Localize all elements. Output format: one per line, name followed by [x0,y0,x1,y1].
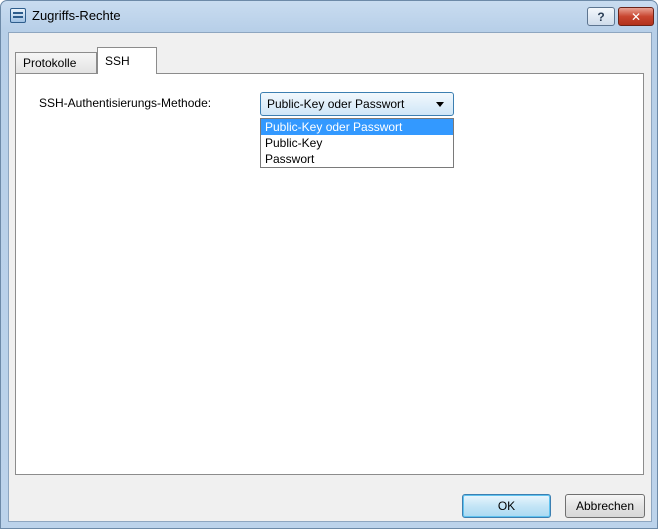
option-public-key-or-password[interactable]: Public-Key oder Passwort [261,119,453,135]
dialog-window: Zugriffs-Rechte ? ✕ Protokolle SSH SSH-A… [0,0,658,529]
ssh-auth-method-dropdown: Public-Key oder Passwort Public-Key Pass… [260,118,454,168]
dialog-client-area: Protokolle SSH SSH-Authentisierungs-Meth… [8,32,652,522]
tab-protokolle[interactable]: Protokolle [15,52,97,74]
window-icon [10,8,26,23]
close-button[interactable]: ✕ [618,7,654,26]
ssh-tab-panel: SSH-Authentisierungs-Methode: Public-Key… [15,73,644,475]
caret-down-icon[interactable] [436,102,444,107]
option-password[interactable]: Passwort [261,151,453,167]
title-bar[interactable]: Zugriffs-Rechte ? ✕ [1,1,657,33]
option-public-key[interactable]: Public-Key [261,135,453,151]
help-button[interactable]: ? [587,7,615,26]
tab-ssh[interactable]: SSH [97,47,157,74]
ssh-auth-method-select[interactable]: Public-Key oder Passwort [260,92,454,116]
tab-strip: Protokolle SSH [15,47,315,74]
ssh-auth-method-label: SSH-Authentisierungs-Methode: [39,96,212,110]
window-title: Zugriffs-Rechte [32,8,121,23]
ok-button[interactable]: OK [462,494,551,518]
selected-value: Public-Key oder Passwort [267,97,405,111]
cancel-button[interactable]: Abbrechen [565,494,645,518]
